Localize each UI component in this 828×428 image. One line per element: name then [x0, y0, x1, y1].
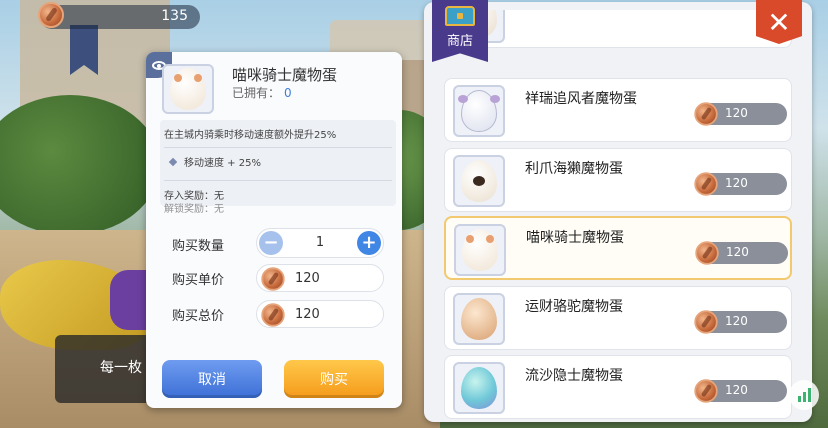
price-value: 120 [725, 176, 748, 190]
owned-count: 已拥有： 0 [232, 84, 292, 101]
coin-icon [694, 310, 718, 334]
coin-icon [261, 267, 285, 291]
currency-amount: 135 [161, 8, 188, 24]
shop-item-card[interactable]: 祥瑞追风者魔物蛋 120 [444, 78, 792, 142]
item-thumbnail [453, 293, 505, 345]
shop-item-list[interactable]: 祥瑞追风者魔物蛋 120 利爪海獭魔物蛋 120 喵咪骑士魔物蛋 120 运财骆… [444, 10, 792, 420]
cat-knight-egg-icon [170, 68, 206, 110]
price-value: 120 [725, 383, 748, 397]
deposit-reward: 存入奖励：无 [164, 180, 392, 202]
price-tag: 120 [694, 172, 787, 196]
close-button[interactable]: ✕ [756, 0, 802, 44]
coin-icon [695, 241, 719, 265]
shop-item-card[interactable] [444, 10, 792, 48]
item-thumbnail [453, 362, 505, 414]
item-thumbnail [453, 155, 505, 207]
total-price-value: 120 [295, 307, 320, 322]
diamond-bullet-icon [168, 157, 178, 166]
cat-knight-egg-icon [462, 229, 498, 271]
price-tag: 120 [694, 310, 787, 334]
stat-text: 移动速度 + 25% [184, 158, 261, 169]
shop-tab[interactable]: 商店 [432, 0, 488, 62]
quantity-label: 购买数量 [172, 239, 225, 254]
price-tag: 120 [694, 102, 787, 126]
increase-button[interactable]: + [357, 231, 381, 255]
shop-title: 商店 [446, 34, 473, 49]
unit-price-value: 120 [295, 271, 320, 286]
wind-chaser-egg-icon [458, 90, 500, 132]
item-name: 祥瑞追风者魔物蛋 [525, 91, 637, 107]
currency-display: 135 [38, 2, 200, 29]
sea-otter-egg-icon [461, 160, 497, 202]
purchase-dialog: 喵咪骑士魔物蛋 已拥有： 0 在主城内骑乘时移动速度额外提升25% 移动速度 + … [146, 52, 402, 408]
total-price-label: 购买总价 [172, 309, 225, 324]
owned-label: 已拥有： [232, 86, 281, 100]
shop-item-card[interactable]: 利爪海獭魔物蛋 120 [444, 148, 792, 212]
price-tag: 120 [694, 379, 787, 403]
description-text: 在主城内骑乘时移动速度额外提升25% [164, 126, 392, 148]
sand-hermit-egg-icon [461, 367, 497, 409]
item-name: 喵咪骑士魔物蛋 [526, 230, 624, 246]
unit-price-label: 购买单价 [172, 273, 225, 288]
unit-price-field: 120 [256, 264, 384, 292]
shop-item-card[interactable]: 流沙隐士魔物蛋 120 [444, 355, 792, 419]
item-thumbnail [453, 85, 505, 137]
item-thumbnail [162, 64, 214, 114]
owned-value: 0 [284, 86, 292, 100]
chest-icon [445, 6, 475, 26]
shop-item-card-selected[interactable]: 喵咪骑士魔物蛋 120 [444, 216, 792, 280]
item-name: 喵咪骑士魔物蛋 [232, 66, 338, 84]
coin-icon [694, 102, 718, 126]
total-price-field: 120 [256, 300, 384, 328]
coin-icon [261, 303, 285, 327]
coin-icon [38, 2, 64, 28]
background-banner-text: 每一枚 [100, 360, 142, 376]
item-name: 利爪海獭魔物蛋 [525, 161, 623, 177]
price-tag: 120 [695, 241, 788, 265]
unlock-reward: 解锁奖励：无 [164, 204, 224, 215]
cancel-button[interactable]: 取消 [162, 360, 262, 398]
item-name: 流沙隐士魔物蛋 [525, 368, 623, 384]
item-name: 运财骆驼魔物蛋 [525, 299, 623, 315]
item-thumbnail [454, 224, 506, 276]
item-description: 在主城内骑乘时移动速度额外提升25% 移动速度 + 25% 存入奖励：无 解锁奖… [160, 120, 396, 215]
coin-icon [694, 172, 718, 196]
coin-icon [694, 379, 718, 403]
signal-icon[interactable] [789, 380, 819, 410]
price-value: 120 [725, 314, 748, 328]
stat-line: 移动速度 + 25% [168, 154, 261, 169]
shop-item-card[interactable]: 运财骆驼魔物蛋 120 [444, 286, 792, 350]
buy-button[interactable]: 购买 [284, 360, 384, 398]
price-value: 120 [726, 245, 749, 259]
price-value: 120 [725, 106, 748, 120]
camel-egg-icon [461, 298, 497, 340]
quantity-stepper: − 1 + [256, 228, 384, 258]
